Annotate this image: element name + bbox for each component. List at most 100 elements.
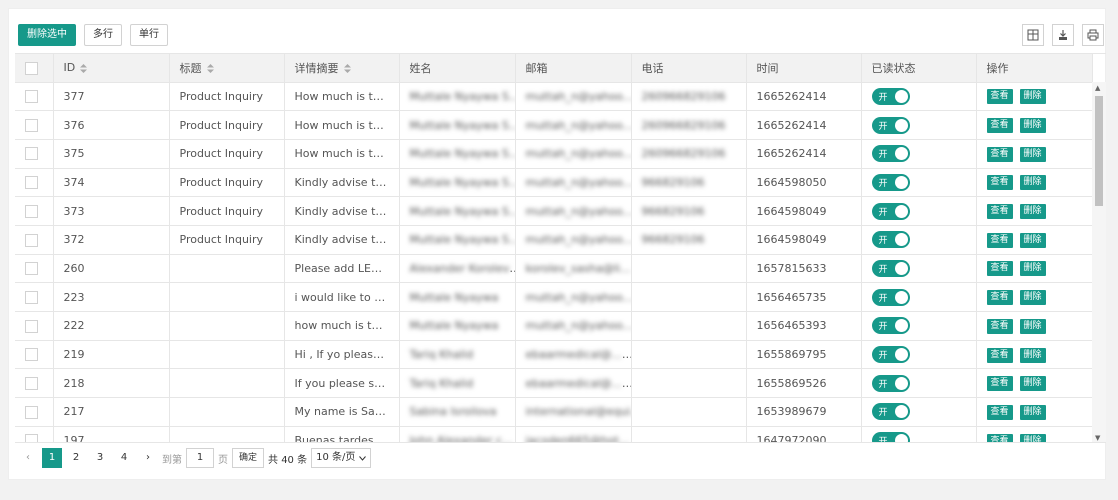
table-row[interactable]: 260 Please add LE40... Alexander Korolev ko…: [15, 254, 1093, 284]
row-checkbox[interactable]: [25, 290, 38, 304]
row-checkbox[interactable]: [25, 118, 38, 132]
read-status-toggle[interactable]: 开: [871, 259, 910, 277]
page-3[interactable]: 3: [90, 448, 110, 468]
column-header-summary[interactable]: 详情摘要: [284, 54, 400, 83]
select-all-header[interactable]: [15, 54, 54, 83]
delete-button[interactable]: 删除: [1019, 290, 1046, 306]
row-checkbox[interactable]: [25, 90, 38, 104]
page-1[interactable]: 1: [42, 448, 62, 468]
view-button[interactable]: 查看: [986, 290, 1013, 306]
delete-button[interactable]: 删除: [1019, 232, 1046, 248]
row-select-cell[interactable]: [15, 82, 54, 112]
read-status-toggle[interactable]: 开: [871, 346, 910, 364]
scroll-up-icon[interactable]: ▲: [1095, 84, 1100, 92]
view-button[interactable]: 查看: [986, 347, 1013, 363]
delete-button[interactable]: 删除: [1019, 146, 1046, 162]
view-button[interactable]: 查看: [986, 318, 1013, 334]
row-select-cell[interactable]: [15, 397, 54, 427]
row-select-cell[interactable]: [15, 110, 54, 140]
scroll-down-icon[interactable]: ▼: [1095, 434, 1100, 442]
page-number-input[interactable]: 1: [186, 448, 214, 468]
prev-page-icon[interactable]: ‹: [18, 448, 38, 468]
print-icon[interactable]: [1082, 24, 1104, 46]
read-status-toggle[interactable]: 开: [871, 202, 910, 220]
single-row-button[interactable]: 单行: [130, 24, 168, 46]
read-status-toggle[interactable]: 开: [871, 173, 910, 191]
row-checkbox[interactable]: [25, 233, 38, 247]
read-status-toggle[interactable]: 开: [871, 432, 910, 442]
table-row[interactable]: 218 If you please sen... Tariq Khalid ebaar…: [15, 368, 1093, 399]
row-select-cell[interactable]: [15, 368, 54, 399]
row-checkbox[interactable]: [25, 319, 38, 333]
next-page-icon[interactable]: ›: [138, 448, 158, 468]
delete-button[interactable]: 删除: [1019, 204, 1046, 220]
row-checkbox[interactable]: [25, 204, 38, 218]
row-checkbox[interactable]: [25, 405, 38, 419]
row-select-cell[interactable]: [15, 196, 54, 226]
page-2[interactable]: 2: [66, 448, 86, 468]
delete-selected-button[interactable]: 删除选中: [18, 24, 76, 46]
multi-row-button[interactable]: 多行: [84, 24, 122, 46]
scrollbar-thumb[interactable]: [1095, 96, 1103, 206]
view-button[interactable]: 查看: [986, 261, 1013, 277]
row-select-cell[interactable]: [15, 254, 54, 284]
table-row[interactable]: 223 i would like to find... Muttale Nyaywa…: [15, 282, 1093, 312]
select-all-checkbox[interactable]: [25, 61, 38, 75]
export-icon[interactable]: [1052, 24, 1074, 46]
view-button[interactable]: 查看: [986, 175, 1013, 191]
page-size-select[interactable]: 10 条/页: [311, 448, 372, 468]
read-status-toggle[interactable]: 开: [871, 374, 910, 392]
read-status-toggle[interactable]: 开: [871, 116, 910, 134]
row-select-cell[interactable]: [15, 340, 54, 370]
sort-icon[interactable]: [80, 63, 88, 73]
column-header-id[interactable]: ID: [53, 54, 170, 83]
row-checkbox[interactable]: [25, 348, 38, 362]
read-status-toggle[interactable]: 开: [871, 288, 910, 306]
read-status-toggle[interactable]: 开: [871, 87, 910, 105]
row-select-cell[interactable]: [15, 282, 54, 312]
row-checkbox[interactable]: [25, 434, 38, 442]
table-row[interactable]: 376 Product Inquiry How much is this Muttal…: [15, 110, 1093, 140]
table-row[interactable]: 374 Product Inquiry Kindly advise the ... M…: [15, 168, 1093, 198]
vertical-scrollbar[interactable]: ▲ ▼: [1092, 82, 1106, 442]
sort-icon[interactable]: [343, 64, 351, 74]
row-checkbox[interactable]: [25, 176, 38, 190]
view-button[interactable]: 查看: [986, 146, 1013, 162]
delete-button[interactable]: 删除: [1019, 261, 1046, 277]
delete-button[interactable]: 删除: [1019, 433, 1046, 442]
read-status-toggle[interactable]: 开: [871, 231, 910, 249]
read-status-toggle[interactable]: 开: [871, 403, 910, 421]
delete-button[interactable]: 删除: [1019, 118, 1046, 134]
delete-button[interactable]: 删除: [1019, 376, 1046, 392]
table-row[interactable]: 377 Product Inquiry How much is this Muttal…: [15, 82, 1093, 112]
row-checkbox[interactable]: [25, 262, 38, 276]
row-checkbox[interactable]: [25, 376, 38, 390]
row-checkbox[interactable]: [25, 147, 38, 161]
view-button[interactable]: 查看: [986, 433, 1013, 442]
view-button[interactable]: 查看: [986, 376, 1013, 392]
delete-button[interactable]: 删除: [1019, 404, 1046, 420]
row-select-cell[interactable]: [15, 139, 54, 169]
delete-button[interactable]: 删除: [1019, 175, 1046, 191]
delete-button[interactable]: 删除: [1019, 89, 1046, 105]
row-select-cell[interactable]: [15, 311, 54, 341]
page-4[interactable]: 4: [114, 448, 134, 468]
table-row[interactable]: 219 Hi , If yo please s... Tariq Khalid eba…: [15, 340, 1093, 370]
view-button[interactable]: 查看: [986, 118, 1013, 134]
table-row[interactable]: 222 how much is the ... Muttale Nyaywa mutt…: [15, 311, 1093, 341]
row-select-cell[interactable]: [15, 426, 54, 442]
table-row[interactable]: 372 Product Inquiry Kindly advise the ... M…: [15, 225, 1093, 255]
table-row[interactable]: 197 Buenas tardes cu... John Alexander c..…: [15, 426, 1093, 442]
goto-confirm-button[interactable]: 确定: [232, 448, 265, 468]
columns-icon[interactable]: [1022, 24, 1044, 46]
delete-button[interactable]: 删除: [1019, 318, 1046, 334]
column-header-title[interactable]: 标题: [169, 54, 285, 83]
read-status-toggle[interactable]: 开: [871, 145, 910, 163]
sort-icon[interactable]: [206, 64, 214, 74]
row-select-cell[interactable]: [15, 225, 54, 255]
delete-button[interactable]: 删除: [1019, 347, 1046, 363]
view-button[interactable]: 查看: [986, 89, 1013, 105]
row-select-cell[interactable]: [15, 168, 54, 198]
table-row[interactable]: 217 My name is Sabin... Sabina Isroilova in…: [15, 397, 1093, 427]
view-button[interactable]: 查看: [986, 204, 1013, 220]
